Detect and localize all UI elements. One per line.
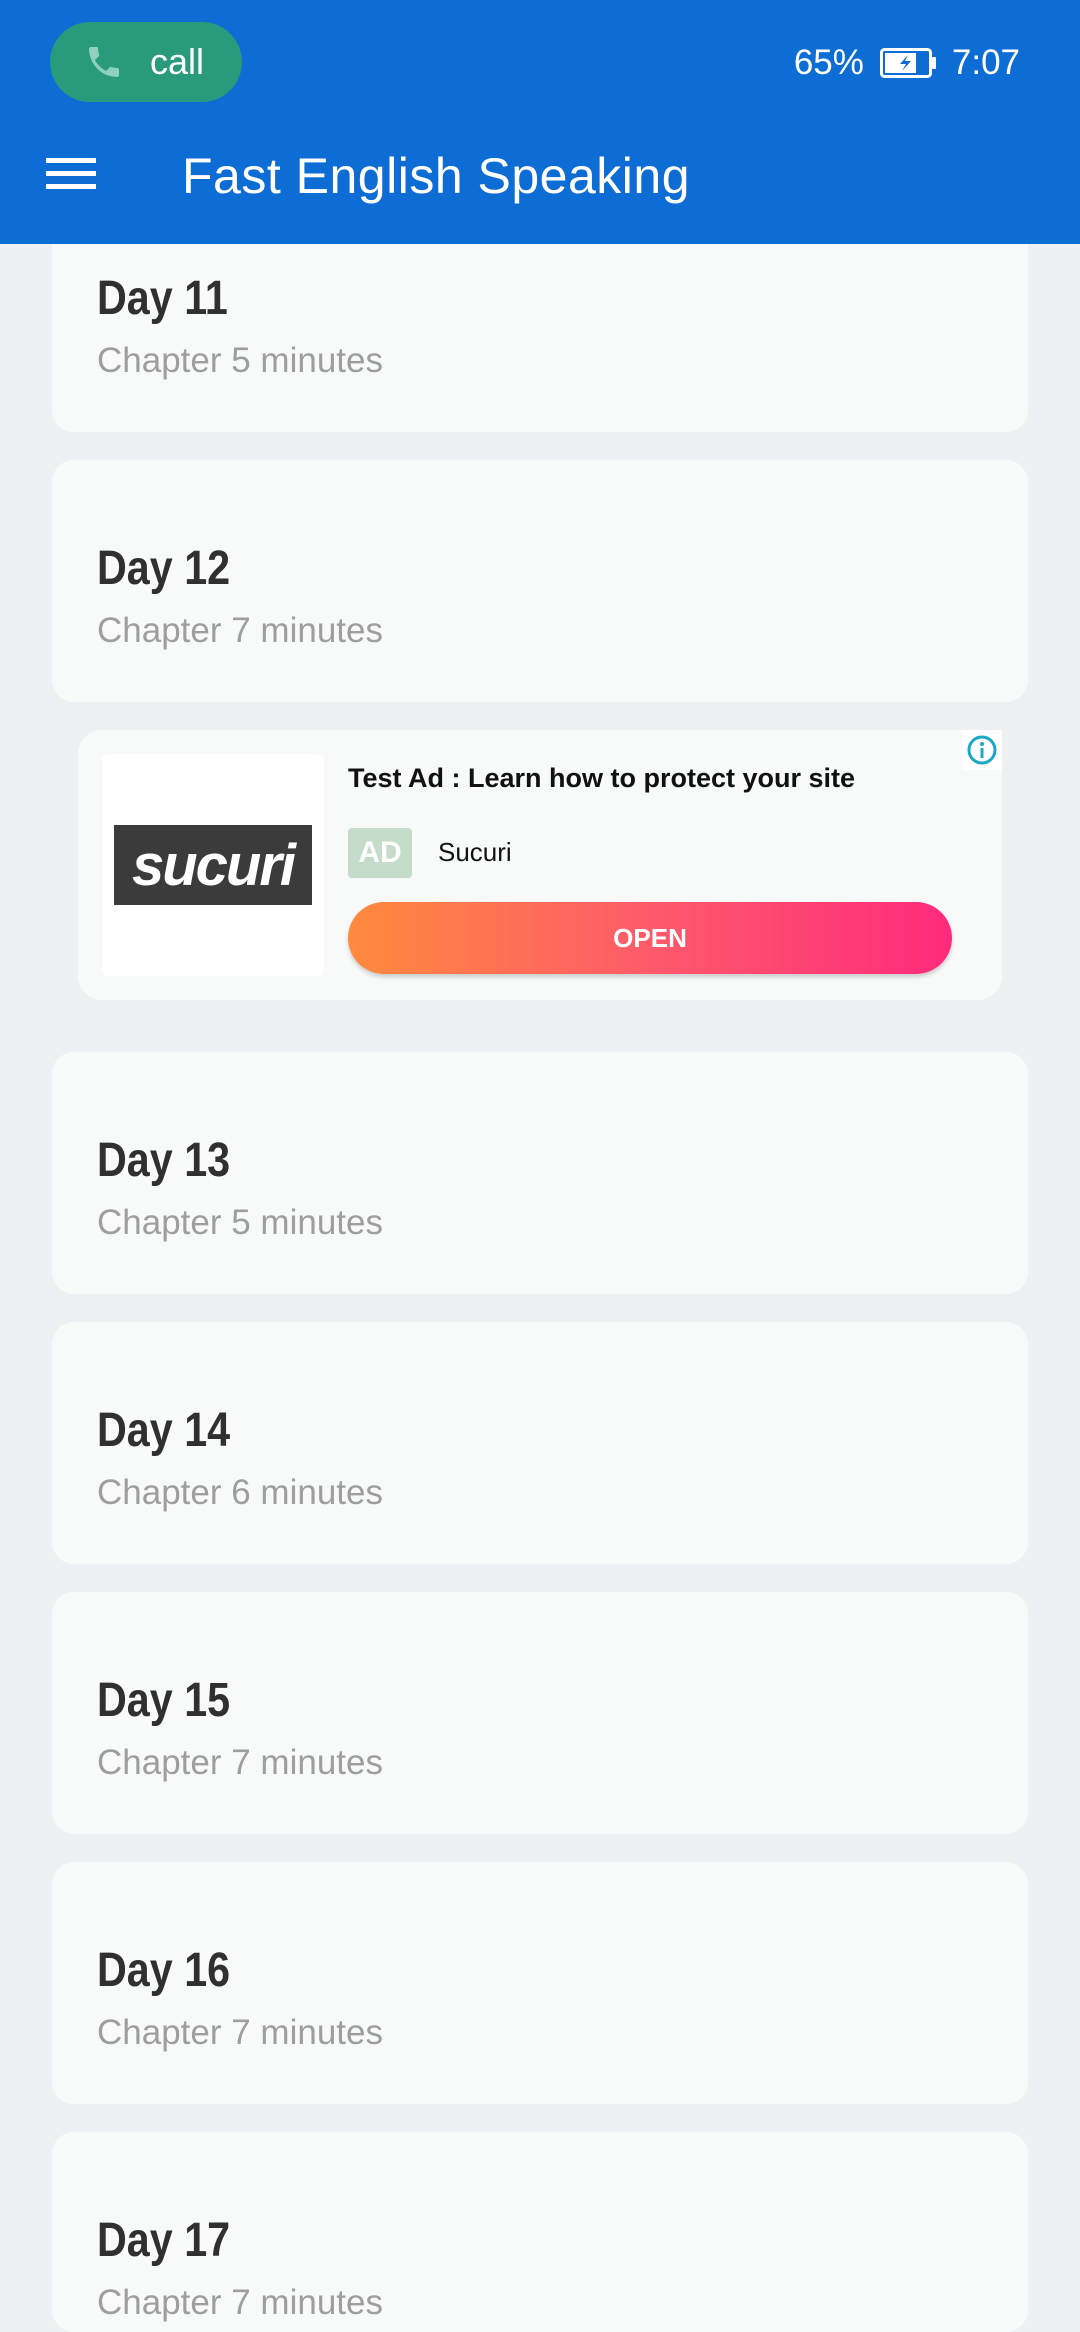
app-bar: call 65% 7:07 Fast English Speaking (0, 0, 1080, 244)
day-title: Day 17 (97, 2214, 231, 2267)
day-subtitle: Chapter 5 minutes (97, 341, 383, 380)
day-card-17[interactable]: Day 17 Chapter 7 minutes (52, 2132, 1028, 2332)
day-title: Day 12 (97, 542, 231, 595)
clock: 7:07 (951, 43, 1020, 82)
sucuri-logo-text: sucuri (131, 832, 296, 898)
day-title: Day 14 (97, 1404, 231, 1457)
status-indicators: 65% 7:07 (794, 38, 1020, 88)
day-subtitle: Chapter 7 minutes (97, 1743, 383, 1782)
day-card-16[interactable]: Day 16 Chapter 7 minutes (52, 1862, 1028, 2104)
phone-icon (89, 47, 119, 77)
day-title: Day 15 (97, 1674, 231, 1727)
ongoing-call-chip[interactable]: call (50, 22, 242, 102)
day-subtitle: Chapter 5 minutes (97, 1203, 383, 1242)
sucuri-logo: sucuri (114, 825, 312, 905)
battery-charging-icon (879, 48, 936, 78)
ad-choices-info-icon[interactable] (962, 730, 1002, 770)
ad-image[interactable]: sucuri (102, 754, 324, 976)
hamburger-menu-icon[interactable] (46, 154, 96, 194)
day-subtitle: Chapter 7 minutes (97, 2283, 383, 2322)
day-subtitle: Chapter 7 minutes (97, 611, 383, 650)
day-title: Day 13 (97, 1134, 231, 1187)
ad-advertiser: Sucuri (438, 837, 512, 867)
day-card-12[interactable]: Day 12 Chapter 7 minutes (52, 460, 1028, 702)
day-subtitle: Chapter 6 minutes (97, 1473, 383, 1512)
day-list: Day 11 Chapter 5 minutes Day 12 Chapter … (0, 0, 1080, 2332)
day-title: Day 11 (97, 272, 228, 325)
day-card-14[interactable]: Day 14 Chapter 6 minutes (52, 1322, 1028, 1564)
native-ad[interactable]: sucuri Test Ad : Learn how to protect yo… (78, 730, 1002, 1000)
app-title: Fast English Speaking (182, 148, 691, 204)
ad-badge: AD (348, 828, 412, 878)
call-label: call (150, 41, 205, 82)
day-card-15[interactable]: Day 15 Chapter 7 minutes (52, 1592, 1028, 1834)
battery-percent: 65% (793, 43, 864, 82)
ad-headline[interactable]: Test Ad : Learn how to protect your site (348, 760, 855, 796)
day-card-13[interactable]: Day 13 Chapter 5 minutes (52, 1052, 1028, 1294)
day-title: Day 16 (97, 1944, 231, 1997)
day-subtitle: Chapter 7 minutes (97, 2013, 383, 2052)
ad-open-button[interactable]: OPEN (348, 902, 952, 974)
